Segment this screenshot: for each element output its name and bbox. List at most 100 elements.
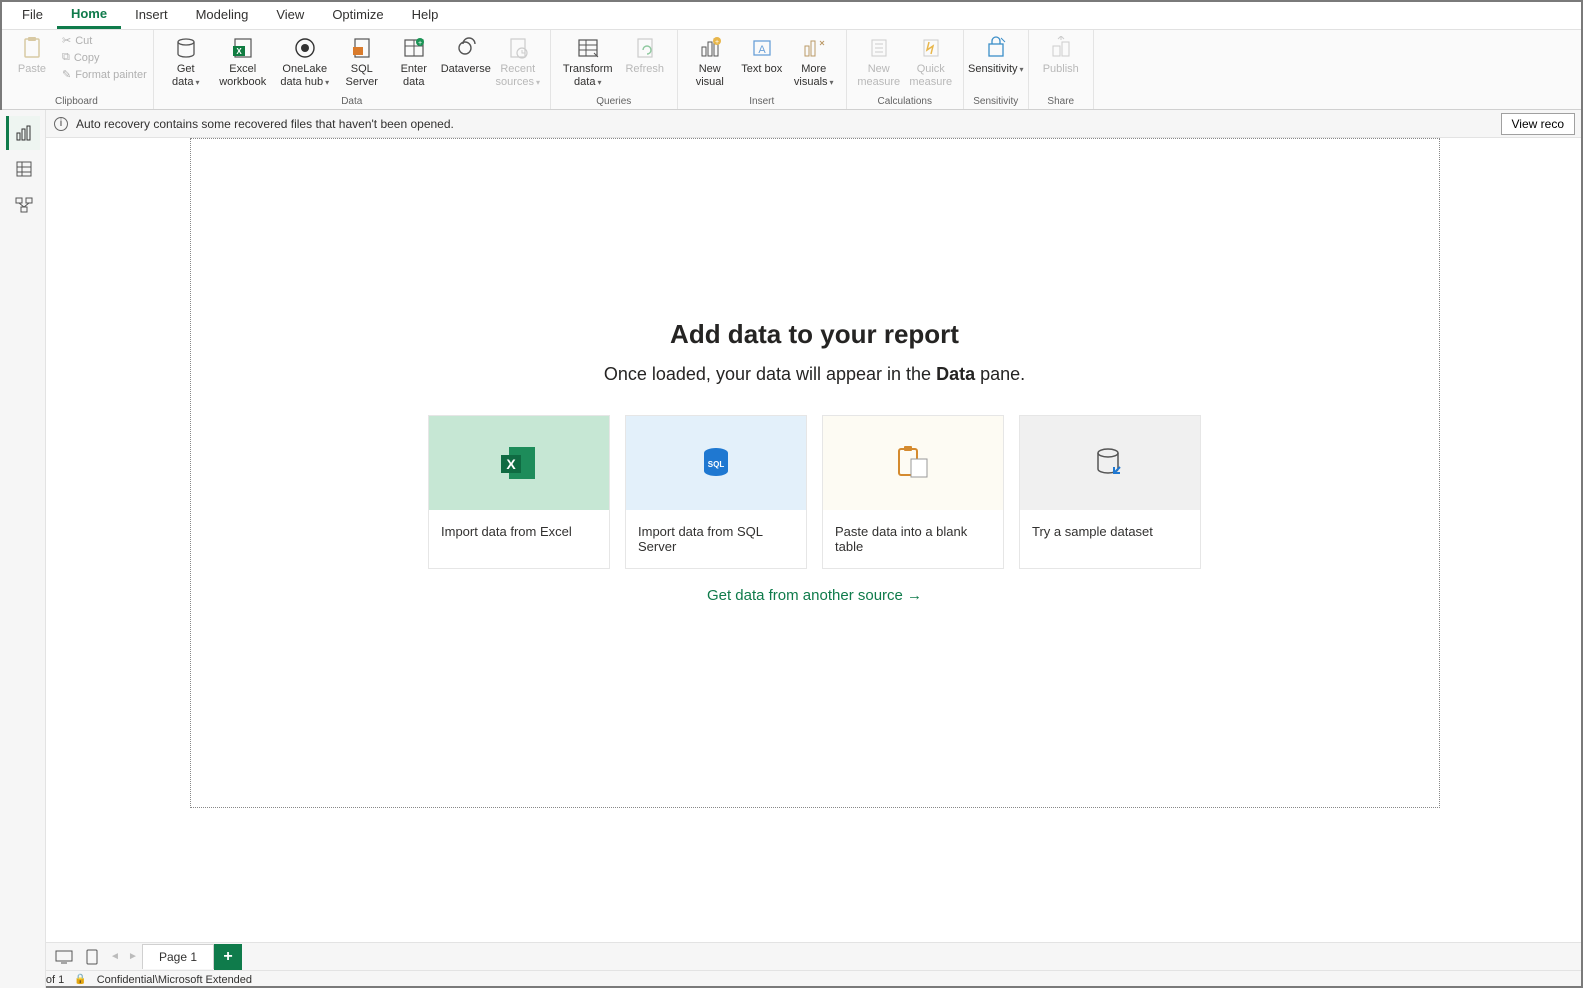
cut-label: Cut (75, 35, 92, 47)
database-icon (174, 36, 198, 60)
card-import-excel[interactable]: X Import data from Excel (428, 415, 610, 569)
sample-db-icon (1092, 445, 1128, 481)
publish-button[interactable]: Publish (1035, 32, 1087, 76)
card-import-sql[interactable]: SQL Import data from SQL Server (625, 415, 807, 569)
sql-label: SQL Server (338, 63, 386, 89)
cut-icon: ✂ (62, 34, 71, 47)
new-visual-button[interactable]: + New visual (684, 32, 736, 89)
refresh-button[interactable]: Refresh (619, 32, 671, 76)
desktop-layout-button[interactable] (50, 945, 78, 969)
quick-measure-button[interactable]: Quick measure (905, 32, 957, 89)
onelake-icon (293, 36, 317, 60)
mobile-layout-button[interactable] (78, 945, 106, 969)
card-sample-label: Try a sample dataset (1020, 510, 1200, 553)
publish-label: Publish (1043, 63, 1079, 76)
status-bar: Page 1 of 1 🔒 Confidential\Microsoft Ext… (0, 970, 1583, 988)
card-excel-label: Import data from Excel (429, 510, 609, 553)
canvas-area: Add data to your report Once loaded, you… (46, 138, 1583, 952)
excel-workbook-button[interactable]: X Excel workbook (212, 32, 274, 89)
view-recovered-button[interactable]: View reco (1501, 113, 1575, 135)
desktop-icon (55, 950, 73, 964)
more-visuals-button[interactable]: More visuals (788, 32, 840, 89)
get-data-button[interactable]: Get data (160, 32, 212, 89)
ribbon-tabs: File Home Insert Modeling View Optimize … (0, 0, 1583, 30)
group-queries: Transform data Refresh Queries (551, 30, 678, 109)
sensitivity-icon (984, 36, 1008, 60)
format-painter-button[interactable]: ✎ Format painter (62, 66, 147, 83)
brush-icon: ✎ (62, 68, 71, 81)
subtitle-bold: Data (936, 364, 975, 384)
report-view-button[interactable] (6, 116, 40, 150)
tab-file[interactable]: File (8, 2, 57, 27)
page-prev-button[interactable]: ◄ (106, 945, 124, 969)
group-insert-label: Insert (684, 95, 840, 109)
tab-help[interactable]: Help (398, 2, 453, 27)
group-sensitivity: Sensitivity Sensitivity (964, 30, 1029, 109)
sql-icon (350, 36, 374, 60)
measure-icon (867, 36, 891, 60)
format-painter-label: Format painter (75, 69, 147, 81)
clipboard-small: ✂ Cut ⧉Copy ✎ Format painter (58, 32, 147, 83)
auto-recovery-bar: i Auto recovery contains some recovered … (46, 110, 1583, 138)
data-source-cards: X Import data from Excel SQL Import data… (428, 415, 1201, 569)
lock-icon: 🔒 (74, 974, 86, 985)
cut-button[interactable]: ✂ Cut (62, 32, 147, 49)
new-measure-button[interactable]: New measure (853, 32, 905, 89)
card-paste-table[interactable]: Paste data into a blank table (822, 415, 1004, 569)
sql-db-icon: SQL (698, 445, 734, 481)
group-calculations: New measure Quick measure Calculations (847, 30, 964, 109)
dataverse-button[interactable]: Dataverse (440, 32, 492, 76)
get-data-another-link[interactable]: Get data from another source → (707, 587, 922, 604)
page-next-button[interactable]: ► (124, 945, 142, 969)
more-visuals-icon (802, 36, 826, 60)
group-data-label: Data (160, 95, 544, 109)
new-measure-label: New measure (855, 63, 903, 89)
new-visual-label: New visual (686, 63, 734, 89)
status-classification: Confidential\Microsoft Extended (97, 974, 252, 986)
card-sample-dataset[interactable]: Try a sample dataset (1019, 415, 1201, 569)
copy-button[interactable]: ⧉Copy (62, 49, 147, 66)
visual-icon: + (698, 36, 722, 60)
paste-label: Paste (18, 63, 46, 76)
excel-file-icon: X (499, 445, 539, 481)
transform-label: Transform data (559, 63, 617, 89)
paste-button[interactable]: Paste (6, 32, 58, 76)
quick-measure-label: Quick measure (907, 63, 955, 89)
tab-home[interactable]: Home (57, 1, 121, 29)
data-view-icon (15, 160, 33, 178)
svg-text:+: + (715, 39, 719, 46)
add-page-button[interactable]: + (214, 944, 242, 970)
group-clipboard-label: Clipboard (6, 95, 147, 109)
group-data: Get data X Excel workbook OneLake data h… (154, 30, 551, 109)
sql-server-button[interactable]: SQL Server (336, 32, 388, 89)
tab-insert[interactable]: Insert (121, 2, 182, 27)
group-insert: + New visual A Text box More visuals Ins… (678, 30, 847, 109)
sensitivity-label: Sensitivity (968, 63, 1024, 76)
publish-icon (1049, 36, 1073, 60)
enter-data-button[interactable]: + Enter data (388, 32, 440, 89)
sensitivity-button[interactable]: Sensitivity (970, 32, 1022, 76)
transform-data-button[interactable]: Transform data (557, 32, 619, 89)
svg-text:SQL: SQL (708, 460, 725, 469)
paste-icon (20, 36, 44, 60)
report-canvas[interactable]: Add data to your report Once loaded, you… (190, 138, 1440, 808)
onelake-hub-button[interactable]: OneLake data hub (274, 32, 336, 89)
model-view-button[interactable] (6, 188, 40, 222)
group-queries-label: Queries (557, 95, 671, 109)
tab-modeling[interactable]: Modeling (182, 2, 263, 27)
data-view-button[interactable] (6, 152, 40, 186)
tab-optimize[interactable]: Optimize (318, 2, 397, 27)
textbox-label: Text box (741, 63, 782, 76)
clipboard-paste-icon (893, 445, 933, 481)
ribbon: Paste ✂ Cut ⧉Copy ✎ Format painter Clipboa… (0, 30, 1583, 110)
onelake-label: OneLake data hub (276, 63, 334, 89)
model-view-icon (15, 196, 33, 214)
text-box-button[interactable]: A Text box (736, 32, 788, 76)
subtitle-post: pane. (975, 364, 1025, 384)
view-rail (0, 110, 46, 988)
tab-view[interactable]: View (262, 2, 318, 27)
page-tab-1[interactable]: Page 1 (142, 944, 214, 969)
textbox-icon: A (750, 36, 774, 60)
recent-sources-button[interactable]: Recent sources (492, 32, 544, 89)
get-data-label: Get data (162, 63, 210, 89)
